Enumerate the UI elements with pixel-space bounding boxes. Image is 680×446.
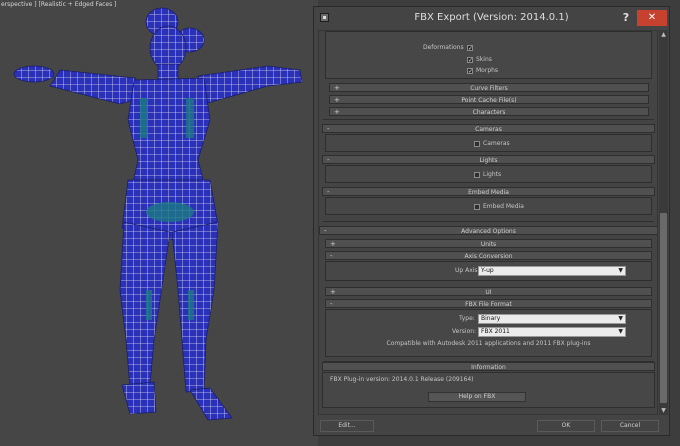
ui-title: UI: [485, 289, 492, 296]
collapse-icon: -: [327, 188, 330, 196]
advanced-options-header[interactable]: - Advanced Options: [319, 226, 657, 235]
scroll-thumb[interactable]: [660, 213, 667, 403]
up-axis-value: Y-up: [481, 267, 494, 274]
axis-conversion-title: Axis Conversion: [464, 253, 513, 260]
characters-title: Characters: [472, 109, 506, 116]
embed-media-header[interactable]: - Embed Media: [322, 187, 655, 196]
cameras-panel: Cameras: [325, 134, 652, 152]
fbx-file-format-header[interactable]: - FBX File Format: [325, 299, 652, 308]
lights-title: Lights: [479, 157, 498, 164]
embed-media-panel: Embed Media: [325, 197, 652, 215]
advanced-options-title: Advanced Options: [461, 228, 516, 235]
edit-button[interactable]: Edit...: [320, 420, 374, 432]
deformations-checkbox[interactable]: ✓: [467, 45, 473, 52]
embed-media-title: Embed Media: [468, 189, 509, 196]
scroll-up-icon[interactable]: ▲: [659, 30, 668, 39]
type-dropdown[interactable]: Binary ▼: [478, 314, 626, 324]
version-label: Version:: [452, 328, 477, 335]
cancel-button[interactable]: Cancel: [601, 420, 659, 432]
collapse-icon: -: [324, 227, 327, 235]
chevron-down-icon: ▼: [618, 328, 623, 335]
dialog-footer: Edit... OK Cancel: [314, 417, 669, 436]
type-label: Type:: [459, 315, 475, 322]
scroll-down-icon[interactable]: ▼: [659, 406, 668, 415]
cameras-title: Cameras: [475, 126, 502, 133]
point-cache-title: Point Cache File(s): [461, 97, 517, 104]
expand-icon: +: [334, 108, 340, 116]
separator: [323, 221, 654, 222]
cameras-checkbox[interactable]: [474, 141, 480, 147]
fbx-file-format-panel: Type: Binary ▼ Version: FBX 2011 ▼ Compa…: [325, 309, 652, 357]
deformations-panel: Deformations ✓ ✓ Skins ✓ Morphs: [325, 31, 652, 79]
cameras-checkbox-label: Cameras: [483, 140, 510, 147]
lights-panel: Lights: [325, 165, 652, 183]
collapse-icon: -: [330, 300, 333, 308]
lights-checkbox-label: Lights: [483, 171, 502, 178]
curve-filters-title: Curve Filters: [470, 85, 508, 92]
deformations-label: Deformations: [423, 44, 464, 51]
character-mesh: [13, 7, 303, 421]
up-axis-dropdown[interactable]: Y-up ▼: [478, 266, 626, 276]
close-button[interactable]: ✕: [637, 10, 667, 26]
units-header[interactable]: + Units: [325, 239, 652, 248]
morphs-checkbox[interactable]: ✓: [467, 68, 473, 75]
dialog-title: FBX Export (Version: 2014.0.1): [414, 12, 569, 23]
axis-conversion-header[interactable]: - Axis Conversion: [325, 251, 652, 260]
titlebar[interactable]: FBX Export (Version: 2014.0.1) ? ✕: [314, 7, 669, 29]
viewport[interactable]: erspective ] [Realistic + Edged Faces ]: [0, 0, 318, 446]
compatibility-text: Compatible with Autodesk 2011 applicatio…: [386, 340, 591, 347]
chevron-down-icon: ▼: [618, 267, 623, 274]
viewport-label[interactable]: erspective ] [Realistic + Edged Faces ]: [0, 0, 117, 9]
ok-button[interactable]: OK: [537, 420, 595, 432]
cameras-header[interactable]: - Cameras: [322, 124, 655, 133]
expand-icon: +: [334, 84, 340, 92]
embed-media-checkbox-label: Embed Media: [483, 203, 524, 210]
skins-checkbox[interactable]: ✓: [467, 57, 473, 64]
information-title: Information: [471, 364, 506, 371]
embed-media-checkbox[interactable]: [474, 204, 480, 210]
help-button[interactable]: ?: [620, 10, 632, 26]
scrollbar[interactable]: ▲ ▼: [659, 30, 668, 415]
plugin-version-text: FBX Plug-in version: 2014.0.1 Release (2…: [330, 376, 474, 383]
information-panel: FBX Plug-in version: 2014.0.1 Release (2…: [322, 372, 655, 408]
characters-header[interactable]: + Characters: [329, 107, 649, 116]
curve-filters-header[interactable]: + Curve Filters: [329, 83, 649, 92]
fbx-export-dialog: FBX Export (Version: 2014.0.1) ? ✕ Defor…: [313, 6, 670, 436]
version-dropdown[interactable]: FBX 2011 ▼: [478, 327, 626, 337]
lights-header[interactable]: - Lights: [322, 155, 655, 164]
up-axis-label: Up Axis:: [455, 267, 480, 274]
help-on-fbx-button[interactable]: Help on FBX: [428, 392, 526, 402]
expand-icon: +: [330, 288, 336, 296]
lights-checkbox[interactable]: [474, 172, 480, 178]
options-scroll-area[interactable]: Deformations ✓ ✓ Skins ✓ Morphs + Curve …: [318, 30, 658, 415]
fbx-file-format-title: FBX File Format: [465, 301, 512, 308]
separator: [323, 119, 654, 120]
collapse-icon: -: [327, 125, 330, 133]
expand-icon: +: [330, 240, 336, 248]
collapse-icon: -: [330, 252, 333, 260]
version-value: FBX 2011: [481, 328, 510, 335]
expand-icon: +: [334, 96, 340, 104]
axis-conversion-panel: Up Axis: Y-up ▼: [325, 261, 652, 281]
information-header: Information: [322, 362, 655, 371]
morphs-label: Morphs: [476, 67, 499, 74]
collapse-icon: -: [327, 156, 330, 164]
type-value: Binary: [481, 315, 501, 322]
skins-label: Skins: [476, 56, 492, 63]
chevron-down-icon: ▼: [618, 315, 623, 322]
point-cache-header[interactable]: + Point Cache File(s): [329, 95, 649, 104]
units-title: Units: [480, 241, 497, 248]
close-icon: ✕: [647, 12, 657, 23]
ui-header[interactable]: + UI: [325, 287, 652, 296]
